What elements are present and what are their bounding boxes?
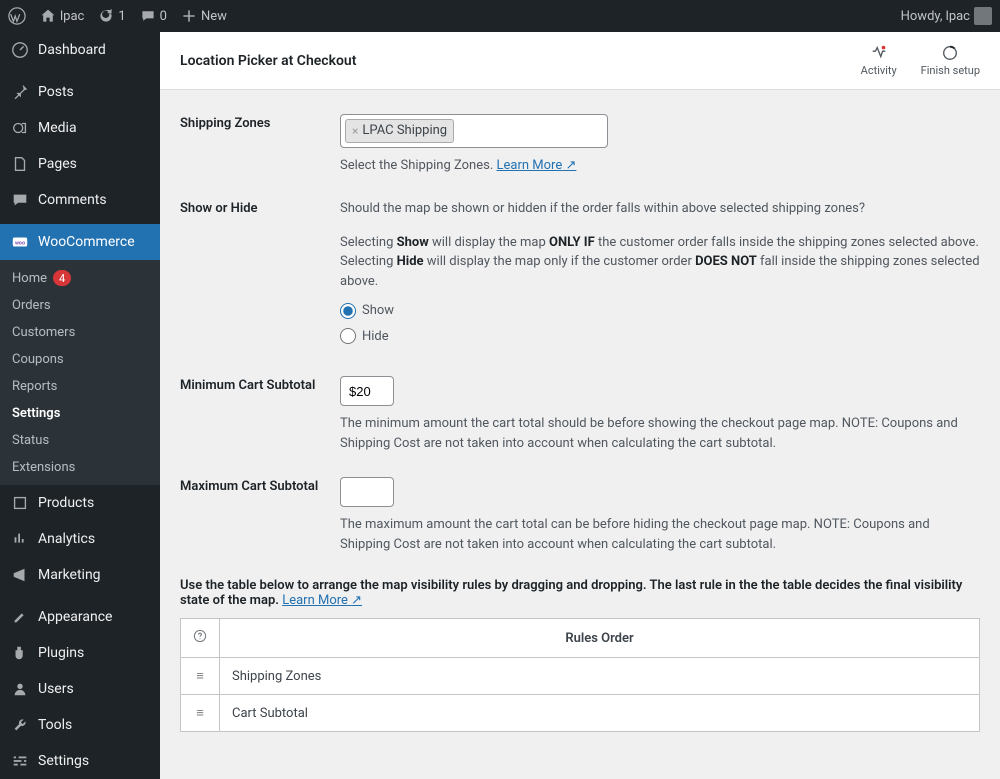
radio-show[interactable]: Show	[340, 301, 980, 321]
submenu-status[interactable]: Status	[0, 427, 160, 454]
label-shipping-zones: Shipping Zones	[180, 114, 340, 131]
menu-pages[interactable]: Pages	[0, 146, 160, 182]
site-name: lpac	[60, 9, 84, 24]
woocommerce-submenu: Home 4 Orders Customers Coupons Reports …	[0, 260, 160, 485]
max-cart-desc: The maximum amount the cart total can be…	[340, 515, 980, 554]
pin-icon	[10, 82, 30, 102]
menu-dashboard[interactable]: Dashboard	[0, 32, 160, 68]
rule-name: Shipping Zones	[220, 658, 980, 695]
comments-icon	[10, 190, 30, 210]
marketing-icon	[10, 565, 30, 585]
row-max-cart: Maximum Cart Subtotal The maximum amount…	[180, 465, 980, 566]
rules-header-title: Rules Order	[220, 619, 980, 658]
analytics-icon	[10, 529, 30, 549]
external-link-icon: ↗	[351, 593, 362, 608]
menu-media[interactable]: Media	[0, 110, 160, 146]
users-icon	[10, 679, 30, 699]
menu-plugins[interactable]: Plugins	[0, 635, 160, 671]
label-max-cart: Maximum Cart Subtotal	[180, 477, 340, 494]
media-icon	[10, 118, 30, 138]
label-min-cart: Minimum Cart Subtotal	[180, 376, 340, 393]
progress-icon	[941, 44, 959, 62]
table-row[interactable]: ≡ Shipping Zones	[181, 658, 980, 695]
rules-table: Rules Order ≡ Shipping Zones ≡ Cart Subt…	[180, 618, 980, 732]
menu-settings[interactable]: Settings	[0, 743, 160, 779]
updates-link[interactable]: 1	[98, 8, 125, 24]
submenu-coupons[interactable]: Coupons	[0, 346, 160, 373]
submenu-settings[interactable]: Settings	[0, 400, 160, 427]
menu-appearance[interactable]: Appearance	[0, 599, 160, 635]
submenu-extensions[interactable]: Extensions	[0, 454, 160, 481]
min-cart-desc: The minimum amount the cart total should…	[340, 414, 980, 453]
min-cart-input[interactable]	[340, 376, 394, 406]
home-count-badge: 4	[53, 270, 71, 286]
shipping-zones-help: Select the Shipping Zones.	[340, 158, 497, 173]
menu-products[interactable]: Products	[0, 485, 160, 521]
appearance-icon	[10, 607, 30, 627]
external-link-icon: ↗	[565, 158, 576, 173]
shipping-zones-learn-more-link[interactable]: Learn More ↗	[497, 158, 577, 173]
menu-analytics[interactable]: Analytics	[0, 521, 160, 557]
woocommerce-icon: woo	[10, 232, 30, 252]
table-row[interactable]: ≡ Cart Subtotal	[181, 695, 980, 732]
svg-text:woo: woo	[15, 241, 25, 247]
content-area: Location Picker at Checkout Activity Fin…	[160, 32, 1000, 779]
radio-hide[interactable]: Hide	[340, 327, 980, 347]
page-header: Location Picker at Checkout Activity Fin…	[160, 32, 1000, 90]
products-icon	[10, 493, 30, 513]
menu-posts[interactable]: Posts	[0, 74, 160, 110]
menu-users[interactable]: Users	[0, 671, 160, 707]
row-min-cart: Minimum Cart Subtotal The minimum amount…	[180, 364, 980, 465]
submenu-reports[interactable]: Reports	[0, 373, 160, 400]
remove-tag-icon[interactable]: ×	[352, 122, 358, 140]
menu-comments[interactable]: Comments	[0, 182, 160, 218]
submenu-home[interactable]: Home 4	[0, 264, 160, 292]
activity-button[interactable]: Activity	[861, 44, 897, 77]
comment-count: 0	[160, 9, 167, 24]
rules-learn-more-link[interactable]: Learn More ↗	[282, 593, 362, 608]
shipping-zones-select[interactable]: × LPAC Shipping	[340, 114, 608, 148]
settings-icon	[10, 751, 30, 771]
rules-intro: Use the table below to arrange the map v…	[180, 578, 980, 608]
menu-woocommerce[interactable]: woo WooCommerce	[0, 224, 160, 260]
howdy-text: Howdy, lpac	[901, 9, 970, 24]
tools-icon	[10, 715, 30, 735]
drag-handle-icon[interactable]: ≡	[196, 706, 204, 721]
avatar	[974, 7, 992, 25]
new-label: New	[201, 9, 227, 24]
rules-header-help	[181, 619, 220, 658]
menu-marketing[interactable]: Marketing	[0, 557, 160, 593]
page-title: Location Picker at Checkout	[180, 53, 356, 69]
submenu-orders[interactable]: Orders	[0, 292, 160, 319]
menu-tools[interactable]: Tools	[0, 707, 160, 743]
label-show-hide: Show or Hide	[180, 199, 340, 216]
site-name-link[interactable]: lpac	[40, 8, 84, 24]
shipping-zone-tag[interactable]: × LPAC Shipping	[345, 119, 454, 143]
row-show-hide: Show or Hide Should the map be shown or …	[180, 187, 980, 364]
radio-hide-input[interactable]	[340, 328, 356, 344]
radio-show-input[interactable]	[340, 303, 356, 319]
max-cart-input[interactable]	[340, 477, 394, 507]
wp-logo[interactable]	[8, 7, 26, 25]
pages-icon	[10, 154, 30, 174]
update-count: 1	[118, 9, 125, 24]
rule-name: Cart Subtotal	[220, 695, 980, 732]
new-content-link[interactable]: New	[181, 8, 227, 24]
finish-setup-button[interactable]: Finish setup	[921, 44, 980, 77]
admin-bar: lpac 1 0 New Howdy, lpac	[0, 0, 1000, 32]
my-account-link[interactable]: Howdy, lpac	[901, 7, 992, 25]
dashboard-icon	[10, 40, 30, 60]
show-hide-intro: Should the map be shown or hidden if the…	[340, 199, 980, 219]
drag-handle-icon[interactable]: ≡	[196, 669, 204, 684]
plugins-icon	[10, 643, 30, 663]
help-icon	[193, 629, 207, 643]
admin-sidebar: Dashboard Posts Media Pages Comments woo…	[0, 32, 160, 779]
submenu-customers[interactable]: Customers	[0, 319, 160, 346]
comments-link[interactable]: 0	[140, 8, 167, 24]
activity-icon	[870, 44, 888, 62]
row-shipping-zones: Shipping Zones × LPAC Shipping Select th…	[180, 102, 980, 187]
